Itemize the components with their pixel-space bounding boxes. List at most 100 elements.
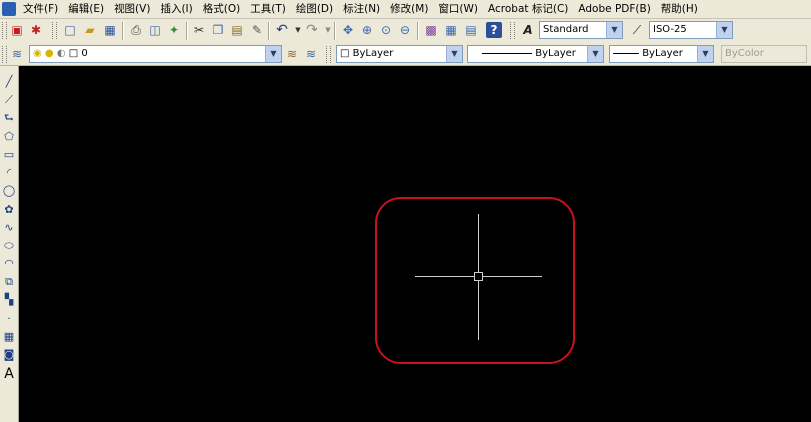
- polyline-icon[interactable]: ⮑: [1, 110, 17, 126]
- region-icon[interactable]: ◙: [1, 347, 17, 363]
- lightbulb-icon: ◉: [33, 48, 42, 59]
- lineweight-sample-icon: [613, 52, 639, 54]
- toolbar-grip[interactable]: [52, 22, 57, 39]
- ellipse-arc-icon[interactable]: ◠: [1, 256, 17, 272]
- toolbar-grip[interactable]: [2, 46, 7, 63]
- line-icon[interactable]: ╱: [1, 74, 17, 90]
- ellipse-icon[interactable]: ⬭: [1, 238, 17, 254]
- publish-icon[interactable]: ✦: [166, 22, 182, 38]
- open-icon[interactable]: ▰: [82, 22, 98, 38]
- revision-cloud-icon[interactable]: ✿: [1, 202, 17, 218]
- app-icon[interactable]: [2, 2, 16, 16]
- menu-view[interactable]: 视图(V): [109, 0, 155, 18]
- help-icon[interactable]: ?: [486, 22, 502, 38]
- separator: [122, 22, 123, 40]
- separator: [186, 22, 187, 40]
- arc-icon[interactable]: ◜: [1, 165, 17, 181]
- plot-style-value: ByColor: [725, 48, 764, 59]
- properties-icon[interactable]: ▩: [423, 22, 439, 38]
- text-style-icon[interactable]: A: [520, 22, 536, 38]
- redo-icon[interactable]: ↷: [304, 22, 320, 38]
- separator: [334, 22, 335, 40]
- menu-acrobat[interactable]: Acrobat 标记(C): [483, 0, 573, 18]
- draw-toolbar: ╱ ⟋ ⮑ ⬠ ▭ ◜ ◯ ✿ ∿ ⬭ ◠ ⧉ ▚ · ▦ ◙ A: [0, 66, 19, 422]
- circle-icon[interactable]: ◯: [1, 183, 17, 199]
- chevron-down-icon[interactable]: ▼: [697, 46, 713, 62]
- new-icon[interactable]: □: [62, 22, 78, 38]
- color-swatch-icon: □: [340, 48, 350, 59]
- pdf-settings-icon[interactable]: ✱: [28, 22, 44, 38]
- lock-icon: ◐: [56, 48, 66, 59]
- design-center-icon[interactable]: ▦: [443, 22, 459, 38]
- menu-help[interactable]: 帮助(H): [656, 0, 703, 18]
- print-icon[interactable]: ⎙: [128, 22, 144, 38]
- hatch-icon[interactable]: ▦: [1, 329, 17, 345]
- preview-icon[interactable]: ◫: [147, 22, 163, 38]
- linetype-value: ByLayer: [535, 48, 576, 59]
- menu-dimension[interactable]: 标注(N): [338, 0, 385, 18]
- construction-line-icon[interactable]: ⟋: [1, 92, 17, 108]
- menu-draw[interactable]: 绘图(D): [291, 0, 338, 18]
- text-icon[interactable]: A: [1, 366, 17, 382]
- undo-icon[interactable]: ↶: [274, 22, 290, 38]
- text-style-select[interactable]: Standard ▼: [539, 21, 623, 39]
- chevron-down-icon[interactable]: ▼: [606, 22, 622, 38]
- menu-format[interactable]: 格式(O): [198, 0, 245, 18]
- menu-bar: 文件(F) 编辑(E) 视图(V) 插入(I) 格式(O) 工具(T) 绘图(D…: [0, 0, 811, 19]
- save-icon[interactable]: ▦: [102, 22, 118, 38]
- polygon-icon[interactable]: ⬠: [1, 129, 17, 145]
- copy-icon[interactable]: ❐: [210, 22, 226, 38]
- text-style-value: Standard: [543, 24, 589, 35]
- linetype-select[interactable]: ByLayer ▼: [467, 45, 604, 63]
- insert-block-icon[interactable]: ⧉: [1, 274, 17, 290]
- layer-value: 0: [81, 48, 88, 59]
- color-value: ByLayer: [352, 48, 394, 59]
- layer-select[interactable]: ◉ ● ◐ □ 0 ▼: [29, 45, 282, 63]
- menu-tools[interactable]: 工具(T): [245, 0, 291, 18]
- zoom-previous-icon[interactable]: ⊖: [397, 22, 413, 38]
- standard-toolbar: ▣ ✱ □ ▰ ▦ ⎙ ◫ ✦ ✂ ❐ ▤ ✎ ↶ ▼ ↷ ▼ ✥ ⊕ ⊙ ⊖ …: [0, 19, 811, 44]
- spline-icon[interactable]: ∿: [1, 220, 17, 236]
- tool-palettes-icon[interactable]: ▤: [463, 22, 479, 38]
- drawing-canvas[interactable]: [19, 66, 811, 422]
- properties-toolbar: ≋ ◉ ● ◐ □ 0 ▼ ≋ ≋ □ ByLayer ▼ ByLayer ▼ …: [0, 43, 811, 66]
- menu-edit[interactable]: 编辑(E): [63, 0, 109, 18]
- menu-insert[interactable]: 插入(I): [155, 0, 197, 18]
- chevron-down-icon[interactable]: ▼: [716, 22, 732, 38]
- pan-icon[interactable]: ✥: [340, 22, 356, 38]
- dimension-style-icon[interactable]: ⟋: [629, 22, 645, 38]
- pickbox: [474, 272, 483, 281]
- menu-modify[interactable]: 修改(M): [385, 0, 433, 18]
- rectangle-icon[interactable]: ▭: [1, 147, 17, 163]
- paste-icon[interactable]: ▤: [229, 22, 245, 38]
- chevron-down-icon[interactable]: ▼: [446, 46, 462, 62]
- menu-file[interactable]: 文件(F): [18, 0, 63, 18]
- zoom-window-icon[interactable]: ⊙: [378, 22, 394, 38]
- toolbar-grip[interactable]: [326, 46, 331, 63]
- color-select[interactable]: □ ByLayer ▼: [336, 45, 463, 63]
- make-block-icon[interactable]: ▚: [1, 292, 17, 308]
- menu-items: 文件(F) 编辑(E) 视图(V) 插入(I) 格式(O) 工具(T) 绘图(D…: [18, 0, 703, 18]
- lineweight-select[interactable]: ByLayer ▼: [609, 45, 714, 63]
- pdf-icon[interactable]: ▣: [9, 22, 25, 38]
- separator: [268, 22, 269, 40]
- chevron-down-icon[interactable]: ▼: [265, 46, 281, 62]
- point-icon[interactable]: ·: [1, 311, 17, 327]
- dimension-style-select[interactable]: ISO-25 ▼: [649, 21, 733, 39]
- make-current-layer-icon[interactable]: ≋: [284, 46, 300, 62]
- menu-window[interactable]: 窗口(W): [433, 0, 483, 18]
- chevron-down-icon[interactable]: ▼: [587, 46, 603, 62]
- layer-manager-icon[interactable]: ≋: [9, 46, 25, 62]
- match-icon[interactable]: ✎: [249, 22, 265, 38]
- sun-icon: ●: [44, 48, 54, 59]
- zoom-realtime-icon[interactable]: ⊕: [359, 22, 375, 38]
- layer-previous-icon[interactable]: ≋: [303, 46, 319, 62]
- toolbar-grip[interactable]: [2, 22, 7, 39]
- plot-style-select: ByColor: [721, 45, 807, 63]
- lineweight-value: ByLayer: [642, 48, 683, 59]
- toolbar-grip[interactable]: [510, 22, 515, 39]
- menu-adobe-pdf[interactable]: Adobe PDF(B): [573, 0, 655, 18]
- dimension-style-value: ISO-25: [653, 24, 687, 35]
- separator: [417, 22, 418, 40]
- cut-icon[interactable]: ✂: [191, 22, 207, 38]
